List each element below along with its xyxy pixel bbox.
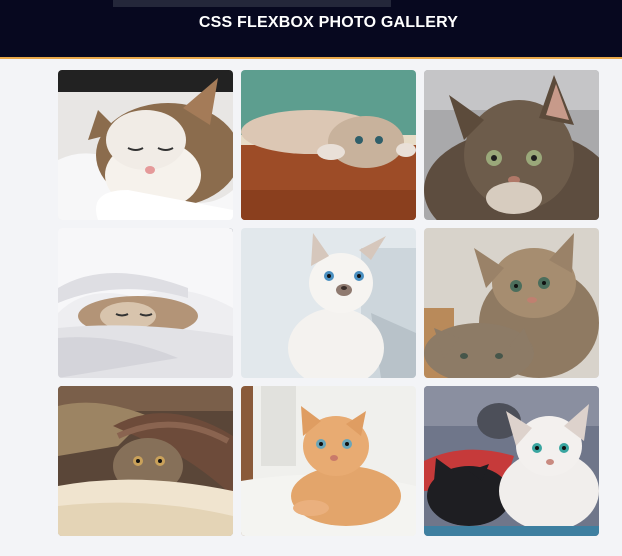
photo-tabby-kittens-pair[interactable] — [424, 228, 599, 378]
kitten-floor-image — [241, 70, 416, 220]
photo-kittens-black-white[interactable] — [424, 386, 599, 536]
photo-orange-kitten-lying[interactable] — [241, 386, 416, 536]
photo-sleeping-cat-bedsheet[interactable] — [58, 70, 233, 220]
tabby-cat-image — [424, 70, 599, 220]
photo-white-kitten-blue-eyes[interactable] — [241, 228, 416, 378]
photo-kitten-under-blanket[interactable] — [58, 228, 233, 378]
sleeping-cat-image — [58, 70, 233, 220]
header-top-bar — [113, 0, 391, 7]
kitten-blanket-image — [58, 228, 233, 378]
kittens-black-white-image — [424, 386, 599, 536]
photo-tabby-cat-portrait[interactable] — [424, 70, 599, 220]
orange-kitten-image — [241, 386, 416, 536]
photo-kitten-lying-on-floor[interactable] — [241, 70, 416, 220]
cat-brown-blanket-image — [58, 386, 233, 536]
photo-gallery — [58, 70, 600, 536]
tabby-kittens-image — [424, 228, 599, 378]
white-kitten-image — [241, 228, 416, 378]
page-title: CSS FLEXBOX PHOTO GALLERY — [198, 14, 459, 31]
photo-cat-under-brown-blanket[interactable] — [58, 386, 233, 536]
page-header: CSS FLEXBOX PHOTO GALLERY — [0, 0, 622, 59]
